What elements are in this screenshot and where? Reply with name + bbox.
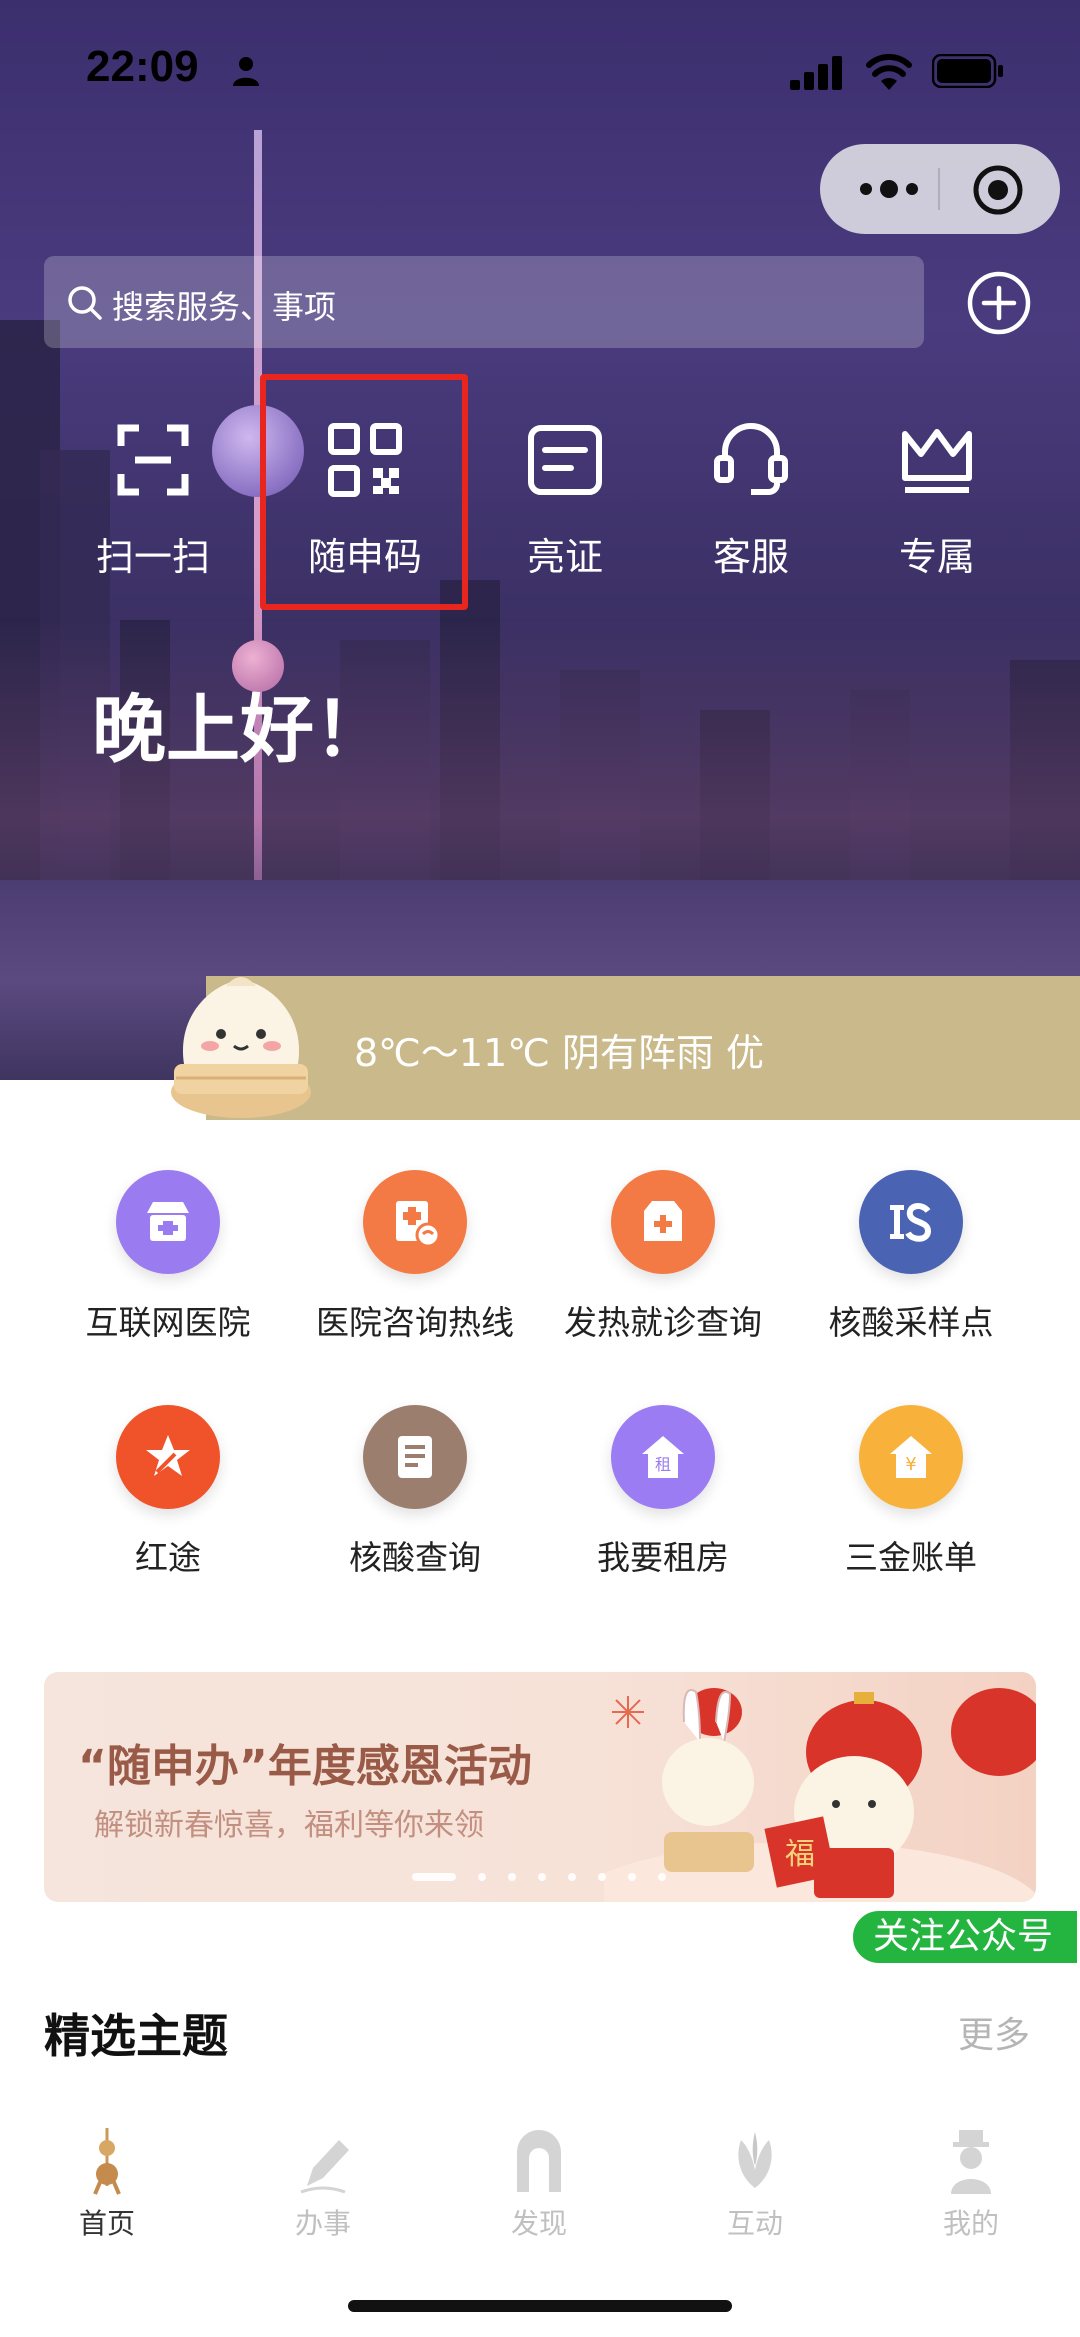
pagination-dot bbox=[538, 1872, 546, 1881]
quick-action-label: 扫一扫 bbox=[95, 535, 210, 579]
tab-label: 发现 bbox=[510, 2207, 567, 2240]
headset-icon bbox=[714, 423, 788, 495]
close-target-icon[interactable] bbox=[972, 164, 1024, 216]
banner-pagination bbox=[412, 1866, 688, 1881]
service-icon-circle bbox=[611, 1170, 715, 1274]
quick-action-exclusive[interactable]: 专属 bbox=[862, 420, 1012, 600]
quick-action-certificate[interactable]: 亮证 bbox=[490, 420, 640, 600]
person-icon bbox=[233, 57, 259, 86]
service-internet-hospital[interactable]: 互联网医院 bbox=[43, 1170, 293, 1344]
service-label: 核酸查询 bbox=[349, 1538, 481, 1577]
pagination-dot bbox=[568, 1872, 576, 1881]
service-icon-circle bbox=[116, 1405, 220, 1509]
service-red-route[interactable]: 红途 bbox=[43, 1405, 293, 1579]
pagination-dot bbox=[628, 1872, 636, 1881]
service-label: 三金账单 bbox=[845, 1538, 977, 1577]
svg-text:¥: ¥ bbox=[905, 1454, 916, 1475]
quick-action-label: 客服 bbox=[712, 535, 789, 579]
service-label: 红途 bbox=[135, 1538, 201, 1577]
tab-label: 我的 bbox=[942, 2207, 999, 2240]
service-icon-circle bbox=[363, 1405, 467, 1509]
rent-house-icon: 租 bbox=[642, 1436, 684, 1478]
home-indicator bbox=[348, 2300, 732, 2312]
status-bar: 22:09 bbox=[0, 0, 1080, 140]
pagination-dot bbox=[478, 1872, 486, 1881]
crown-icon bbox=[902, 429, 972, 493]
fu-character: 福 bbox=[785, 1837, 815, 1872]
search-icon bbox=[68, 286, 102, 320]
quick-action-label: 专属 bbox=[898, 535, 975, 579]
flower-icon bbox=[738, 2132, 772, 2188]
service-icon-circle bbox=[116, 1170, 220, 1274]
featured-section-title: 精选主题 bbox=[44, 2009, 228, 2063]
search-placeholder: 搜索服务、事项 bbox=[112, 288, 337, 326]
service-nucleic-acid-query[interactable]: 核酸查询 bbox=[290, 1405, 540, 1579]
home-tower-icon bbox=[93, 2128, 121, 2195]
tab-home[interactable]: 首页 bbox=[32, 2126, 182, 2242]
tab-label: 互动 bbox=[726, 2207, 783, 2240]
svg-text:租: 租 bbox=[655, 1455, 671, 1474]
quick-action-scan[interactable]: 扫一扫 bbox=[78, 420, 228, 600]
signal-icon bbox=[790, 56, 842, 90]
quick-action-service[interactable]: 客服 bbox=[676, 420, 826, 600]
xiaolongbao-mascot-icon bbox=[171, 977, 311, 1118]
service-label: 发热就诊查询 bbox=[564, 1303, 762, 1342]
quick-action-label: 亮证 bbox=[526, 535, 603, 579]
pagination-dot bbox=[412, 1872, 456, 1881]
weather-text: 8℃～11℃ 阴有阵雨 优 bbox=[354, 1031, 765, 1075]
more-icon[interactable] bbox=[854, 174, 924, 204]
capsule-divider bbox=[938, 168, 940, 210]
pagination-dot bbox=[598, 1872, 606, 1881]
banner-subtitle: 解锁新春惊喜，福利等你来领 bbox=[94, 1808, 484, 1843]
status-time: 22:09 bbox=[86, 42, 199, 91]
service-icon-circle bbox=[363, 1170, 467, 1274]
service-label: 互联网医院 bbox=[85, 1303, 251, 1342]
medical-box-icon bbox=[644, 1201, 682, 1241]
pen-icon bbox=[300, 2140, 349, 2194]
follow-official-account-button[interactable]: 关注公众号 bbox=[850, 1908, 1080, 1966]
service-label: 核酸采样点 bbox=[828, 1303, 994, 1342]
weather-bar[interactable]: 8℃～11℃ 阴有阵雨 优 bbox=[206, 976, 1080, 1120]
red-star-icon bbox=[146, 1435, 190, 1476]
tab-label: 办事 bbox=[294, 2207, 351, 2240]
pagination-dot bbox=[658, 1872, 666, 1881]
hotline-icon bbox=[396, 1201, 440, 1247]
tab-services[interactable]: 办事 bbox=[248, 2126, 398, 2242]
bill-house-icon: ¥ bbox=[890, 1436, 932, 1478]
scan-icon bbox=[117, 424, 189, 496]
mini-program-capsule bbox=[820, 144, 1060, 234]
tab-label: 首页 bbox=[78, 2207, 135, 2240]
certificate-icon bbox=[528, 425, 602, 495]
tab-discover[interactable]: 发现 bbox=[464, 2126, 614, 2242]
sampling-point-icon bbox=[890, 1203, 932, 1242]
wifi-icon bbox=[866, 54, 912, 90]
add-icon[interactable] bbox=[966, 270, 1032, 336]
hospital-store-icon bbox=[147, 1202, 189, 1241]
service-icon-circle bbox=[859, 1170, 963, 1274]
tab-me[interactable]: 我的 bbox=[896, 2126, 1046, 2242]
service-icon-circle: 租 bbox=[611, 1405, 715, 1509]
search-input[interactable]: 搜索服务、事项 bbox=[44, 256, 924, 348]
service-three-funds-bill[interactable]: ¥ 三金账单 bbox=[786, 1405, 1036, 1579]
featured-more-link[interactable]: 更多 bbox=[958, 2006, 1030, 2058]
greeting-text: 晚上好！ bbox=[92, 687, 388, 773]
banner-title: “随申办”年度感恩活动 bbox=[78, 1741, 532, 1792]
service-fever-clinic[interactable]: 发热就诊查询 bbox=[538, 1170, 788, 1344]
service-hospital-hotline[interactable]: 医院咨询热线 bbox=[290, 1170, 540, 1344]
service-label: 我要租房 bbox=[597, 1538, 729, 1577]
arch-icon bbox=[517, 2130, 561, 2192]
highlight-box bbox=[260, 374, 468, 610]
service-icon-circle: ¥ bbox=[859, 1405, 963, 1509]
pagination-dot bbox=[508, 1872, 516, 1881]
battery-icon bbox=[932, 54, 1003, 88]
tab-interact[interactable]: 互动 bbox=[680, 2126, 830, 2242]
person-hat-icon bbox=[951, 2130, 991, 2194]
service-label: 医院咨询热线 bbox=[316, 1303, 514, 1342]
document-icon bbox=[398, 1436, 432, 1478]
service-rent-house[interactable]: 租 我要租房 bbox=[538, 1405, 788, 1579]
service-sampling-point[interactable]: 核酸采样点 bbox=[786, 1170, 1036, 1344]
